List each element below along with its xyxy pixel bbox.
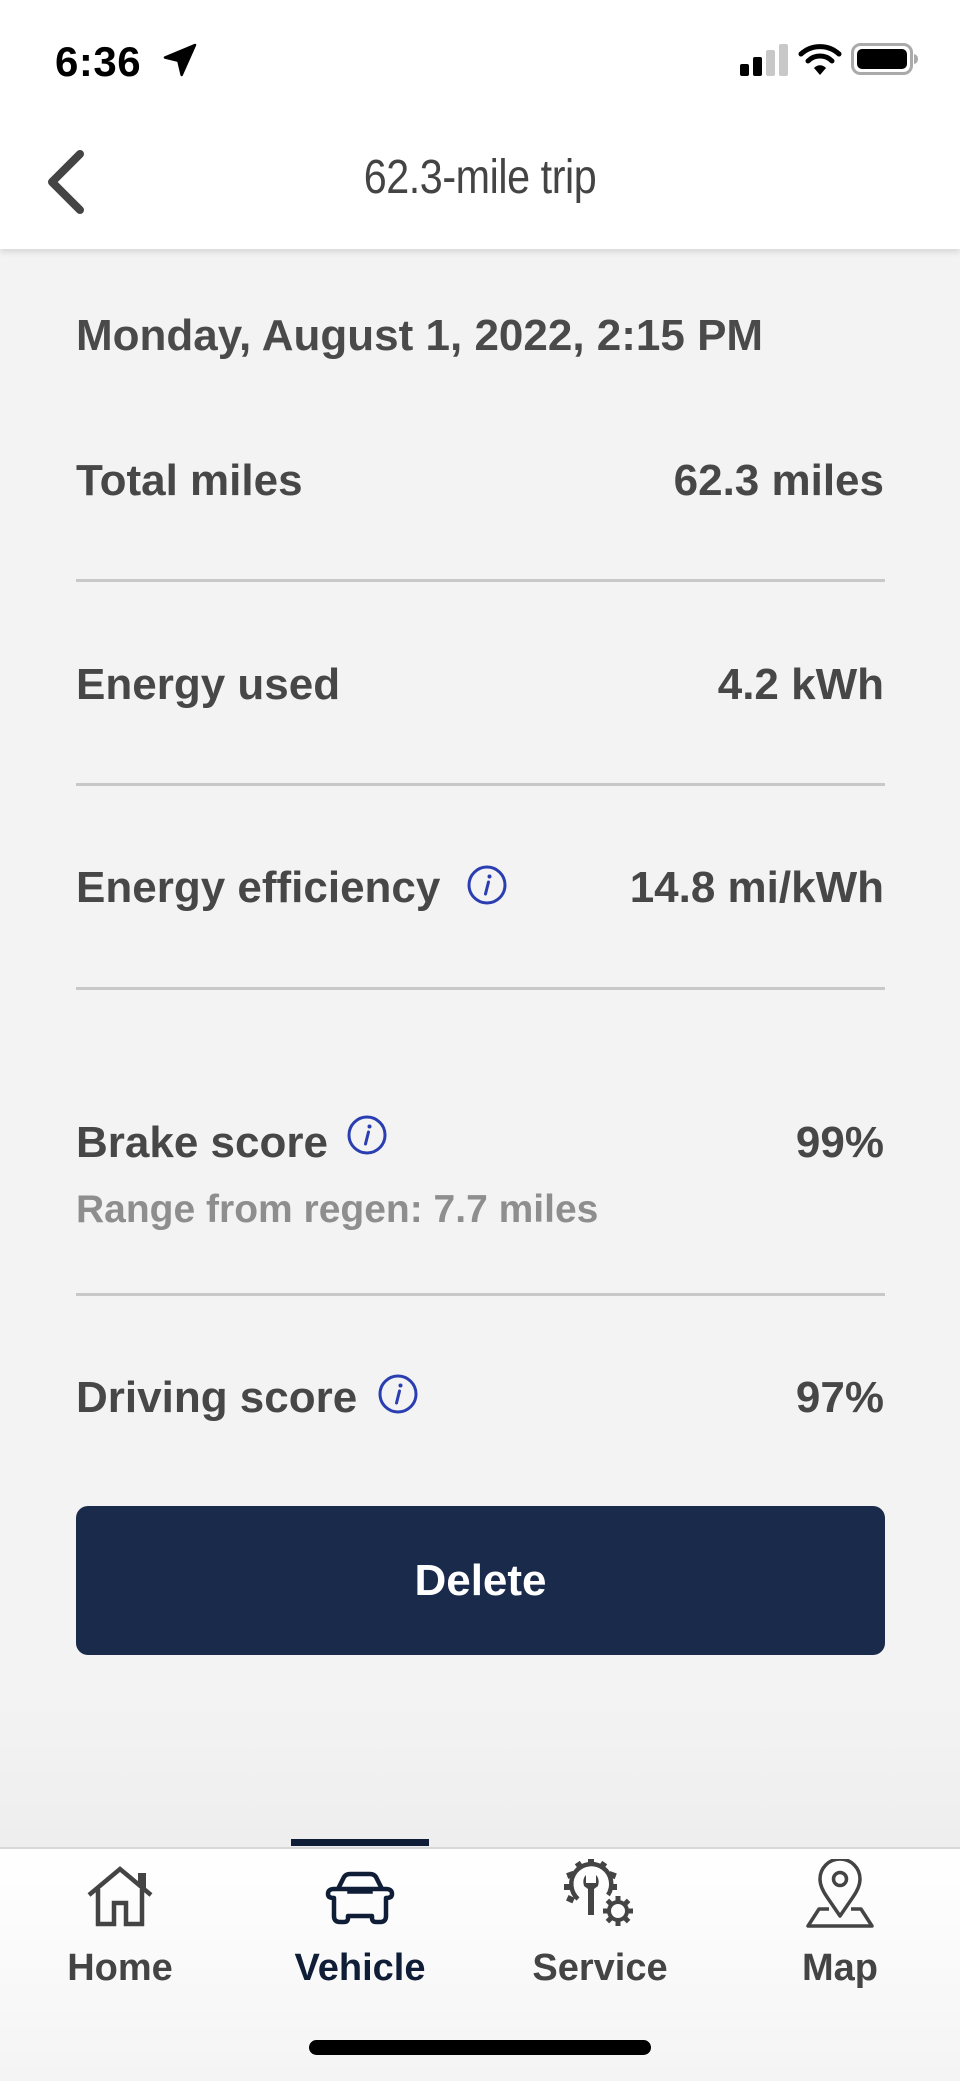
tab-map[interactable]: Map [720,1849,960,2009]
range-from-regen: Range from regen: 7.7 miles [76,1188,599,1231]
home-indicator [309,2040,651,2055]
energy-used-label: Energy used [76,660,341,709]
trip-date: Monday, August 1, 2022, 2:15 PM [76,311,764,360]
divider [76,987,885,990]
tab-vehicle[interactable]: Vehicle [240,1849,480,2009]
wifi-icon [798,44,842,75]
brake-score-label: Brake score [76,1118,328,1167]
home-icon [87,1866,153,1927]
total-miles-value: 62.3 miles [673,456,884,505]
energy-efficiency-info-icon[interactable] [467,865,507,905]
tab-home[interactable]: Home [0,1849,240,2009]
top-header: 6:36 62.3-mile trip [0,0,960,249]
delete-button[interactable]: Delete [76,1506,885,1655]
tab-service-label: Service [532,1947,668,1989]
service-gears-icon [564,1859,633,1926]
cellular-signal-icon [740,44,788,76]
page-title: 62.3-mile trip [363,151,597,204]
status-time: 6:36 [55,38,142,85]
brake-score-info-icon[interactable] [347,1115,387,1155]
tab-home-label: Home [67,1947,173,1989]
divider [76,783,885,786]
map-pin-icon [806,1859,874,1928]
energy-used-value: 4.2 kWh [717,660,884,709]
divider [76,1293,885,1296]
battery-icon [851,43,918,75]
tab-map-label: Map [802,1947,878,1989]
active-tab-indicator [291,1839,429,1846]
driving-score-value: 97% [795,1373,884,1422]
energy-efficiency-label: Energy efficiency [76,863,441,912]
tab-service[interactable]: Service [480,1849,720,2009]
scroll-fade [0,1700,960,1847]
energy-efficiency-value: 14.8 mi/kWh [629,863,884,912]
divider [76,579,885,582]
total-miles-label: Total miles [76,456,303,505]
car-icon [325,1871,395,1925]
driving-score-label: Driving score [76,1373,358,1422]
location-arrow-icon [163,43,197,77]
brake-score-value: 99% [795,1118,884,1167]
driving-score-info-icon[interactable] [378,1374,418,1414]
tab-vehicle-label: Vehicle [294,1947,426,1989]
